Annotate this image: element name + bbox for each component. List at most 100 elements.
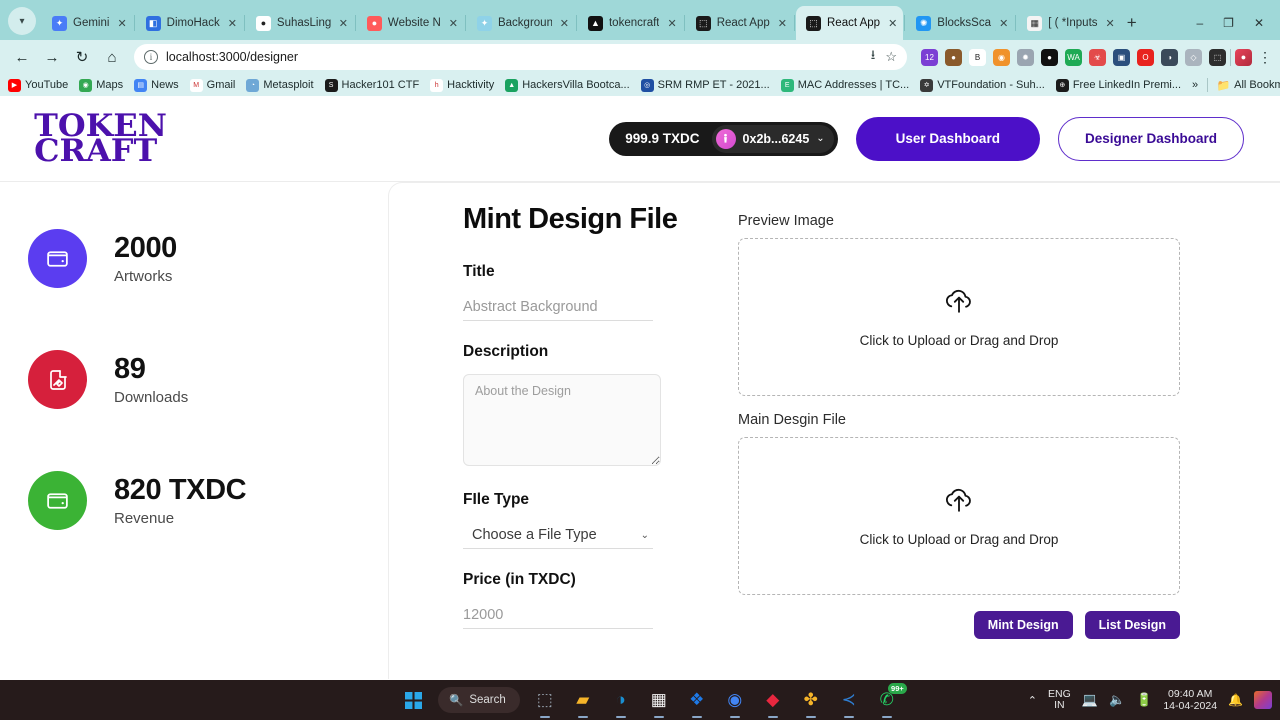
- home-button[interactable]: ⌂: [98, 43, 126, 71]
- microsoft-store-icon[interactable]: ▦: [646, 687, 672, 713]
- wappalyzer-icon[interactable]: ✹: [1017, 49, 1034, 66]
- battery-icon[interactable]: 🔋: [1136, 692, 1152, 708]
- bookmark-item-4[interactable]: MGmail: [190, 79, 236, 92]
- vmware-icon[interactable]: ✤: [798, 687, 824, 713]
- maximize-button[interactable]: ❐: [1223, 16, 1234, 30]
- mint-design-button[interactable]: Mint Design: [974, 611, 1073, 639]
- list-design-button[interactable]: List Design: [1085, 611, 1180, 639]
- clipboard-icon[interactable]: ⬚: [1209, 49, 1226, 66]
- browser-tab-6[interactable]: ▲tokencraft✕: [578, 6, 683, 40]
- browser-tab-4[interactable]: ●Website N✕: [357, 6, 464, 40]
- edge-icon[interactable]: ◑: [608, 687, 634, 713]
- browser-tab-10[interactable]: ▦[ ( *Inputs✕: [1017, 6, 1120, 40]
- new-tab-button[interactable]: +: [1127, 13, 1137, 33]
- bell-icon[interactable]: 🔔: [1228, 693, 1243, 707]
- wallet-address-button[interactable]: 0x2b...6245 ⌄: [712, 125, 834, 153]
- cookie-editor-icon[interactable]: ●: [945, 49, 962, 66]
- main-design-dropzone[interactable]: Click to Upload or Drag and Drop: [738, 437, 1180, 595]
- windows-start-icon[interactable]: [400, 687, 426, 713]
- browser-tab-8[interactable]: ⬚React App✕: [796, 6, 903, 40]
- browser-menu-button[interactable]: ⋮: [1254, 49, 1272, 66]
- bookmark-item-12[interactable]: ⊕Free LinkedIn Premi...: [1056, 79, 1181, 92]
- taskbar-search[interactable]: 🔍 Search: [438, 687, 520, 713]
- browser-tab-5[interactable]: ✦Backgroun✕: [467, 6, 575, 40]
- tab-close-icon[interactable]: ✕: [1104, 17, 1115, 30]
- filetype-select-wrapper[interactable]: Choose a File Type ⌄: [463, 522, 653, 549]
- google-drive-icon: ▲: [505, 79, 518, 92]
- diamond-icon[interactable]: ◇: [1185, 49, 1202, 66]
- bookmark-item-8[interactable]: ▲ HackersVilla Bootca...: [505, 79, 629, 92]
- screenshot-icon[interactable]: ▣: [1113, 49, 1130, 66]
- foxyproxy-icon[interactable]: ◉: [993, 49, 1010, 66]
- bookmark-star-icon[interactable]: ☆: [885, 49, 897, 65]
- filetype-field-label: FIle Type: [463, 491, 724, 509]
- tab-close-icon[interactable]: ✕: [665, 17, 676, 30]
- browser-tab-1[interactable]: ✦Gemini✕: [42, 6, 133, 40]
- tab-close-icon[interactable]: ✕: [997, 17, 1008, 30]
- extensions-strip: 12 ● B ◉ ✹ ● WA ☣ ▣ O ◑ ◇ ⬚: [915, 49, 1226, 66]
- tab-close-icon[interactable]: ✕: [115, 17, 126, 30]
- bookmark-item-10[interactable]: EMAC Addresses | TC...: [781, 79, 909, 92]
- language-indicator[interactable]: ENG IN: [1048, 689, 1071, 711]
- ruby-icon[interactable]: ◆: [760, 687, 786, 713]
- tab-close-icon[interactable]: ✕: [776, 17, 787, 30]
- forward-button[interactable]: →: [38, 43, 66, 71]
- tab-close-icon[interactable]: ✕: [447, 17, 458, 30]
- wayback-icon[interactable]: WA: [1065, 49, 1082, 66]
- hat-icon[interactable]: ◑: [1161, 49, 1178, 66]
- browser-tab-7[interactable]: ⬚React App✕: [686, 6, 793, 40]
- bitwarden-icon[interactable]: B: [969, 49, 986, 66]
- bookmark-item-5[interactable]: ◔Metasploit: [246, 79, 313, 92]
- all-bookmarks-button[interactable]: 📁 All Bookmarks: [1217, 79, 1280, 92]
- site-info-icon[interactable]: i: [144, 50, 158, 64]
- wallet-badge[interactable]: 999.9 TXDC 0x2b...6245 ⌄: [609, 122, 837, 156]
- chrome-icon[interactable]: ◉: [722, 687, 748, 713]
- volume-icon[interactable]: 🔈: [1109, 692, 1125, 708]
- tray-chevron-up-icon[interactable]: ⌃: [1028, 694, 1037, 707]
- bookmark-item-2[interactable]: ◉Maps: [79, 79, 123, 92]
- network-icon[interactable]: 💻: [1082, 692, 1098, 708]
- user-dashboard-button[interactable]: User Dashboard: [856, 117, 1040, 161]
- description-textarea[interactable]: [463, 374, 661, 466]
- opera-icon[interactable]: O: [1137, 49, 1154, 66]
- close-window-button[interactable]: ✕: [1254, 16, 1264, 30]
- office-icon[interactable]: [1254, 691, 1272, 709]
- bookmark-item-11[interactable]: ✡VTFoundation - Suh...: [920, 79, 1045, 92]
- task-view-icon[interactable]: ⬚: [532, 687, 558, 713]
- tab-search-button[interactable]: ▾: [8, 7, 36, 35]
- bookmark-item-7[interactable]: hHacktivity: [430, 79, 494, 92]
- file-explorer-icon[interactable]: ▰: [570, 687, 596, 713]
- hackbar-icon[interactable]: ●: [1041, 49, 1058, 66]
- tab-close-icon[interactable]: ✕: [558, 17, 569, 30]
- back-button[interactable]: ←: [8, 43, 36, 71]
- tokencraft-logo[interactable]: TOKEN CRAFT: [34, 114, 167, 162]
- price-input[interactable]: [463, 602, 653, 629]
- profile-avatar-icon[interactable]: ●: [1235, 49, 1252, 66]
- browser-tab-2[interactable]: ◧DimoHack✕: [136, 6, 243, 40]
- tab-close-icon[interactable]: ✕: [226, 17, 237, 30]
- bookmark-item-9[interactable]: ◎SRM RMP ET - 2021...: [641, 79, 770, 92]
- extensions-puzzle-icon[interactable]: 12: [921, 49, 938, 66]
- preview-image-dropzone[interactable]: Click to Upload or Drag and Drop: [738, 238, 1180, 396]
- reload-button[interactable]: ↻: [68, 43, 96, 71]
- address-bar[interactable]: i localhost:3000/designer ⭳ ☆: [134, 44, 907, 70]
- browser-tab-9[interactable]: ✺BlocksScan✕: [906, 6, 1014, 40]
- designer-dashboard-button[interactable]: Designer Dashboard: [1058, 117, 1244, 161]
- vscode-icon[interactable]: ≺: [836, 687, 862, 713]
- filetype-select[interactable]: Choose a File Type: [463, 527, 641, 543]
- bookmark-label: HackersVilla Bootca...: [522, 79, 629, 91]
- bookmark-item-1[interactable]: ▶YouTube: [8, 79, 68, 92]
- whatsapp-icon[interactable]: ✆99+: [874, 687, 900, 713]
- clock[interactable]: 09:40 AM 14-04-2024: [1163, 688, 1217, 712]
- browser-tab-3[interactable]: ●SuhasLing✕: [246, 6, 354, 40]
- dropbox-icon[interactable]: ❖: [684, 687, 710, 713]
- hacktools-icon[interactable]: ☣: [1089, 49, 1106, 66]
- tab-close-icon[interactable]: ✕: [886, 17, 897, 30]
- bookmark-item-6[interactable]: SHacker101 CTF: [325, 79, 420, 92]
- title-input[interactable]: [463, 294, 653, 321]
- minimize-button[interactable]: –: [1196, 16, 1203, 30]
- bookmark-item-3[interactable]: ▤News: [134, 79, 179, 92]
- bookmarks-overflow-button[interactable]: »: [1192, 79, 1198, 91]
- tab-close-icon[interactable]: ✕: [337, 17, 348, 30]
- install-app-icon[interactable]: ⭳: [871, 46, 876, 68]
